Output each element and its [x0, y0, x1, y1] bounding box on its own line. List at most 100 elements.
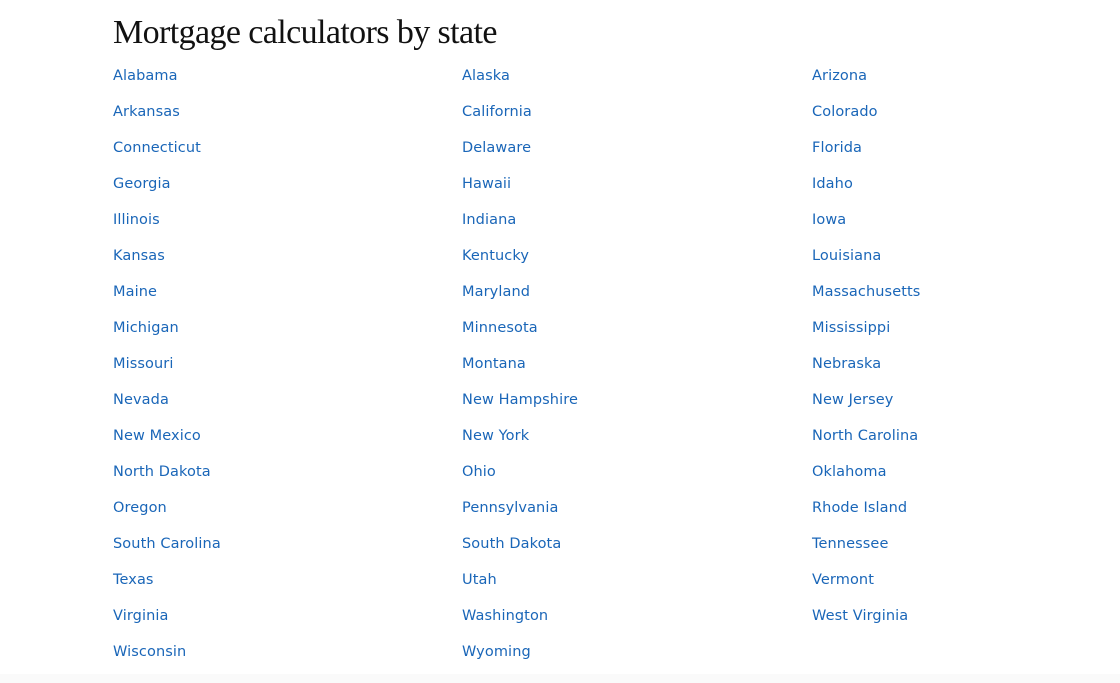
state-list-item: Connecticut: [113, 136, 462, 172]
state-list-item: Tennessee: [812, 532, 1112, 568]
page-title: Mortgage calculators by state: [113, 14, 497, 51]
state-link-nebraska[interactable]: Nebraska: [812, 352, 881, 376]
state-link-arkansas[interactable]: Arkansas: [113, 100, 180, 124]
state-link-florida[interactable]: Florida: [812, 136, 862, 160]
state-link-georgia[interactable]: Georgia: [113, 172, 171, 196]
state-link-massachusetts[interactable]: Massachusetts: [812, 280, 920, 304]
state-link-texas[interactable]: Texas: [113, 568, 154, 592]
state-list-item: Utah: [462, 568, 812, 604]
state-list-item: Michigan: [113, 316, 462, 352]
state-link-new-jersey[interactable]: New Jersey: [812, 388, 893, 412]
state-list-item: Indiana: [462, 208, 812, 244]
state-list-item: Alaska: [462, 64, 812, 100]
state-link-alaska[interactable]: Alaska: [462, 64, 510, 88]
state-list-item: West Virginia: [812, 604, 1112, 640]
state-link-nevada[interactable]: Nevada: [113, 388, 169, 412]
state-list-item: Pennsylvania: [462, 496, 812, 532]
state-link-michigan[interactable]: Michigan: [113, 316, 179, 340]
state-list-item: Arizona: [812, 64, 1112, 100]
state-list-item: Idaho: [812, 172, 1112, 208]
state-link-kentucky[interactable]: Kentucky: [462, 244, 529, 268]
state-list-item: Louisiana: [812, 244, 1112, 280]
state-link-list: Alabama Alaska Arizona Arkansas California Co…: [113, 64, 1112, 676]
state-link-california[interactable]: California: [462, 100, 532, 124]
state-list-item: North Dakota: [113, 460, 462, 496]
state-list-item: South Carolina: [113, 532, 462, 568]
state-list-item: Florida: [812, 136, 1112, 172]
state-link-pennsylvania[interactable]: Pennsylvania: [462, 496, 558, 520]
state-link-kansas[interactable]: Kansas: [113, 244, 165, 268]
state-list-item: Oregon: [113, 496, 462, 532]
state-list-item: Arkansas: [113, 100, 462, 136]
state-list-item: Illinois: [113, 208, 462, 244]
state-link-west-virginia[interactable]: West Virginia: [812, 604, 908, 628]
state-list-item: New Hampshire: [462, 388, 812, 424]
state-list-item: Nevada: [113, 388, 462, 424]
state-list-item: Delaware: [462, 136, 812, 172]
state-list-item: Massachusetts: [812, 280, 1112, 316]
state-link-utah[interactable]: Utah: [462, 568, 497, 592]
state-list-item: Maryland: [462, 280, 812, 316]
state-list-item: Mississippi: [812, 316, 1112, 352]
state-link-connecticut[interactable]: Connecticut: [113, 136, 201, 160]
state-list-item: Minnesota: [462, 316, 812, 352]
state-list-item: New Jersey: [812, 388, 1112, 424]
state-link-maine[interactable]: Maine: [113, 280, 157, 304]
state-link-new-mexico[interactable]: New Mexico: [113, 424, 201, 448]
state-list-item: Wisconsin: [113, 640, 462, 676]
state-link-maryland[interactable]: Maryland: [462, 280, 530, 304]
state-list-item: Maine: [113, 280, 462, 316]
state-link-arizona[interactable]: Arizona: [812, 64, 867, 88]
state-list-item: South Dakota: [462, 532, 812, 568]
state-link-delaware[interactable]: Delaware: [462, 136, 531, 160]
state-link-north-carolina[interactable]: North Carolina: [812, 424, 918, 448]
state-list-item: Wyoming: [462, 640, 812, 676]
state-list-item: Oklahoma: [812, 460, 1112, 496]
state-link-illinois[interactable]: Illinois: [113, 208, 160, 232]
state-link-wisconsin[interactable]: Wisconsin: [113, 640, 186, 664]
state-list-item: Kentucky: [462, 244, 812, 280]
state-list-item: Hawaii: [462, 172, 812, 208]
footer-band: [0, 674, 1120, 683]
state-link-wyoming[interactable]: Wyoming: [462, 640, 531, 664]
state-list-item: Ohio: [462, 460, 812, 496]
state-link-idaho[interactable]: Idaho: [812, 172, 853, 196]
state-link-indiana[interactable]: Indiana: [462, 208, 516, 232]
state-link-south-dakota[interactable]: South Dakota: [462, 532, 561, 556]
state-list-item: Georgia: [113, 172, 462, 208]
state-list-item: Montana: [462, 352, 812, 388]
state-link-mississippi[interactable]: Mississippi: [812, 316, 890, 340]
state-link-north-dakota[interactable]: North Dakota: [113, 460, 211, 484]
state-link-washington[interactable]: Washington: [462, 604, 548, 628]
state-list-item: Rhode Island: [812, 496, 1112, 532]
state-link-tennessee[interactable]: Tennessee: [812, 532, 888, 556]
state-link-colorado[interactable]: Colorado: [812, 100, 878, 124]
state-list-item: New Mexico: [113, 424, 462, 460]
state-list-item: Alabama: [113, 64, 462, 100]
state-list-item: Washington: [462, 604, 812, 640]
state-link-missouri[interactable]: Missouri: [113, 352, 174, 376]
state-link-iowa[interactable]: Iowa: [812, 208, 846, 232]
state-list-item: North Carolina: [812, 424, 1112, 460]
state-link-oklahoma[interactable]: Oklahoma: [812, 460, 887, 484]
state-link-montana[interactable]: Montana: [462, 352, 526, 376]
state-link-alabama[interactable]: Alabama: [113, 64, 178, 88]
state-link-rhode-island[interactable]: Rhode Island: [812, 496, 907, 520]
state-link-minnesota[interactable]: Minnesota: [462, 316, 538, 340]
state-link-new-york[interactable]: New York: [462, 424, 529, 448]
state-link-virginia[interactable]: Virginia: [113, 604, 168, 628]
state-link-oregon[interactable]: Oregon: [113, 496, 167, 520]
state-link-south-carolina[interactable]: South Carolina: [113, 532, 221, 556]
state-link-vermont[interactable]: Vermont: [812, 568, 874, 592]
state-list-item: Kansas: [113, 244, 462, 280]
state-list-item: Nebraska: [812, 352, 1112, 388]
state-link-hawaii[interactable]: Hawaii: [462, 172, 511, 196]
state-list-item: New York: [462, 424, 812, 460]
state-list-item: Iowa: [812, 208, 1112, 244]
state-link-new-hampshire[interactable]: New Hampshire: [462, 388, 578, 412]
state-link-ohio[interactable]: Ohio: [462, 460, 496, 484]
state-list-item: Texas: [113, 568, 462, 604]
state-list-item: Virginia: [113, 604, 462, 640]
state-link-louisiana[interactable]: Louisiana: [812, 244, 881, 268]
state-list-item: Missouri: [113, 352, 462, 388]
